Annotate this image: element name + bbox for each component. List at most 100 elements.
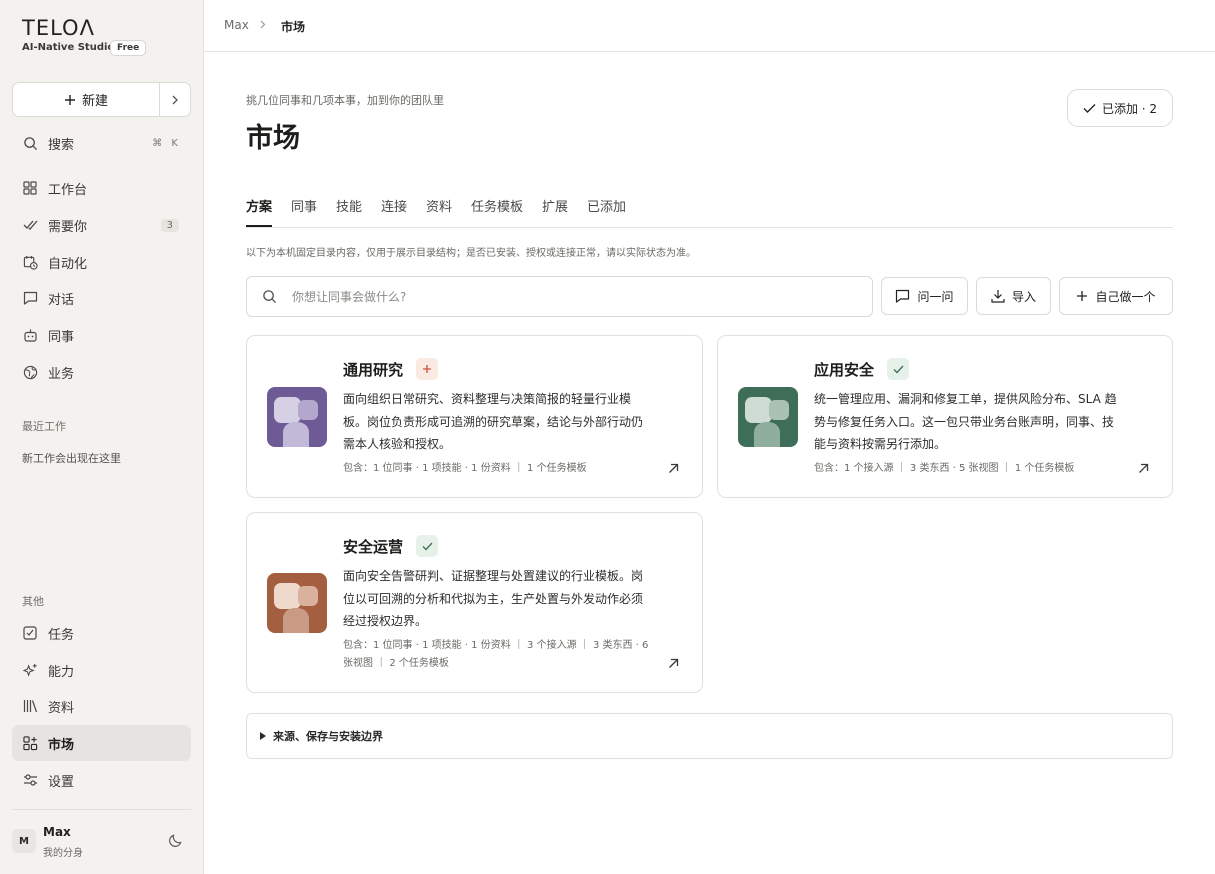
moon-icon[interactable] <box>168 833 184 849</box>
added-button-label: 已添加 · 2 <box>1101 101 1158 116</box>
market-tabs: 方案 同事 技能 连接 资料 任务模板 扩展 已添加 <box>246 194 1173 228</box>
plan-added-badge <box>416 535 438 557</box>
plan-card-appsec[interactable]: 应用安全 统一管理应用、漏洞和修复工单，提供风险分布、SLA 趋势与修复任务入口… <box>717 335 1173 498</box>
new-menu-button[interactable] <box>160 83 190 116</box>
sidebar-item-label: 资料 <box>48 700 75 716</box>
tab-task-templates[interactable]: 任务模板 <box>471 196 523 215</box>
sparkles-icon <box>22 662 38 678</box>
plan-avatar <box>738 387 798 447</box>
needs-you-count: 3 <box>160 218 179 232</box>
sidebar-item-tasks[interactable]: 任务 <box>12 615 191 651</box>
chevron-right-icon <box>260 18 266 32</box>
sidebar-divider <box>12 809 191 810</box>
sidebar: TELOΛ AI-Native Studio Free 新建 搜索 ⌘ K 工作… <box>0 0 204 874</box>
other-section-label: 其他 <box>22 595 44 608</box>
page-title: 市场 <box>246 123 300 154</box>
new-button-label: 新建 <box>81 94 108 109</box>
search-input[interactable] <box>292 289 872 304</box>
sidebar-item-market[interactable]: 市场 <box>12 725 191 761</box>
sidebar-item-chat[interactable]: 对话 <box>12 280 191 316</box>
create-own-button[interactable]: 自己做一个 <box>1059 277 1173 315</box>
arrow-up-right-icon[interactable] <box>668 658 680 670</box>
new-button[interactable]: 新建 <box>13 83 160 116</box>
plan-card-research[interactable]: 通用研究 面向组织日常研究、资料整理与决策简报的轻量行业模板。岗位负责形成可追溯… <box>246 335 703 498</box>
sidebar-item-library[interactable]: 资料 <box>12 688 191 724</box>
plan-card-secops[interactable]: 安全运营 面向安全告警研判、证据整理与处置建议的行业模板。岗位以可回溯的分析和代… <box>246 512 703 693</box>
chevron-right-icon <box>172 95 178 104</box>
accordion-label: 来源、保存与安装边界 <box>273 730 383 743</box>
plan-title: 安全运营 <box>343 538 404 556</box>
tab-plans[interactable]: 方案 <box>246 196 272 215</box>
plan-description: 面向组织日常研究、资料整理与决策简报的轻量行业模板。岗位负责形成可追溯的研究草案… <box>343 392 644 451</box>
arrow-up-right-icon[interactable] <box>1138 463 1150 475</box>
sidebar-item-label: 同事 <box>48 329 75 345</box>
ask-button[interactable]: 问一问 <box>881 277 968 315</box>
sidebar-item-label: 市场 <box>48 737 75 753</box>
app-logo: TELOΛ <box>22 16 95 40</box>
globe-icon <box>22 364 38 380</box>
calendar-clock-icon <box>22 254 38 270</box>
catalog-notice: 以下为本机固定目录内容，仅用于展示目录结构；是否已安装、授权或连接正常，请以实际… <box>246 248 696 259</box>
checkbox-icon <box>22 625 38 641</box>
page-eyebrow: 挑几位同事和几项本事，加到你的团队里 <box>246 94 444 107</box>
sidebar-item-label: 业务 <box>48 366 75 382</box>
add-plan-button[interactable] <box>416 358 438 380</box>
sidebar-item-abilities[interactable]: 能力 <box>12 652 191 688</box>
apps-plus-icon <box>22 735 38 751</box>
sidebar-item-automation[interactable]: 自动化 <box>12 244 191 280</box>
new-button-group: 新建 <box>12 82 191 117</box>
plan-meta: 包含：1 位同事 · 1 项技能 · 1 份资料 ｜ 3 个接入源 ｜ 3 类东… <box>343 640 649 669</box>
plan-avatar <box>267 387 327 447</box>
user-name: Max <box>43 825 71 839</box>
plan-added-badge <box>887 358 909 380</box>
plan-avatar <box>267 573 327 633</box>
top-bar: Max 市场 <box>204 0 1215 52</box>
import-button-label: 导入 <box>1011 289 1036 304</box>
user-avatar[interactable]: M <box>12 829 36 853</box>
plan-description: 统一管理应用、漏洞和修复工单，提供风险分布、SLA 趋势与修复任务入口。这一包只… <box>814 392 1117 451</box>
source-boundary-accordion[interactable]: 来源、保存与安装边界 <box>246 713 1173 759</box>
sidebar-item-label: 搜索 <box>48 137 75 153</box>
tab-connections[interactable]: 连接 <box>381 196 407 215</box>
recent-work-label: 最近工作 <box>22 420 66 433</box>
check-icon <box>422 542 432 550</box>
create-own-button-label: 自己做一个 <box>1095 289 1156 304</box>
breadcrumb-current: 市场 <box>281 20 306 34</box>
sidebar-item-colleagues[interactable]: 同事 <box>12 317 191 353</box>
robot-icon <box>22 327 38 343</box>
tab-skills[interactable]: 技能 <box>336 196 362 215</box>
arrow-up-right-icon[interactable] <box>668 463 680 475</box>
plan-title: 应用安全 <box>814 361 875 379</box>
check-icon <box>893 365 903 373</box>
tab-extensions[interactable]: 扩展 <box>542 196 568 215</box>
tab-added[interactable]: 已添加 <box>587 196 626 215</box>
sidebar-item-business[interactable]: 业务 <box>12 354 191 390</box>
sidebar-item-search[interactable]: 搜索 ⌘ K <box>12 125 191 161</box>
sliders-icon <box>22 772 38 788</box>
tab-materials[interactable]: 资料 <box>426 196 452 215</box>
plan-meta: 包含：1 个接入源 ｜ 3 类东西 · 5 张视图 ｜ 1 个任务模板 <box>814 463 1075 474</box>
added-button[interactable]: 已添加 · 2 <box>1067 89 1173 127</box>
check-icon <box>1083 103 1096 113</box>
search-icon <box>22 135 38 151</box>
search-icon <box>262 289 278 304</box>
chat-icon <box>896 289 910 303</box>
sidebar-item-settings[interactable]: 设置 <box>12 762 191 798</box>
app-subtitle: AI-Native Studio <box>22 42 115 53</box>
tab-colleagues[interactable]: 同事 <box>291 196 317 215</box>
sidebar-item-label: 需要你 <box>48 219 88 235</box>
grid-icon <box>22 180 38 196</box>
user-subtitle: 我的分身 <box>43 848 83 859</box>
plus-icon <box>423 365 431 373</box>
breadcrumb-root[interactable]: Max <box>224 18 249 32</box>
plan-badge: Free <box>110 40 147 56</box>
triangle-right-icon <box>260 732 266 740</box>
sidebar-item-workbench[interactable]: 工作台 <box>12 170 191 206</box>
plus-icon <box>1077 291 1088 301</box>
import-button[interactable]: 导入 <box>976 277 1051 315</box>
sidebar-item-needs-you[interactable]: 需要你 3 <box>12 207 191 243</box>
sidebar-item-label: 设置 <box>48 774 75 790</box>
plan-description: 面向安全告警研判、证据整理与处置建议的行业模板。岗位以可回溯的分析和代拟为主，生… <box>343 569 644 628</box>
search-shortcut: ⌘ K <box>152 137 181 149</box>
sidebar-item-label: 自动化 <box>48 256 88 272</box>
